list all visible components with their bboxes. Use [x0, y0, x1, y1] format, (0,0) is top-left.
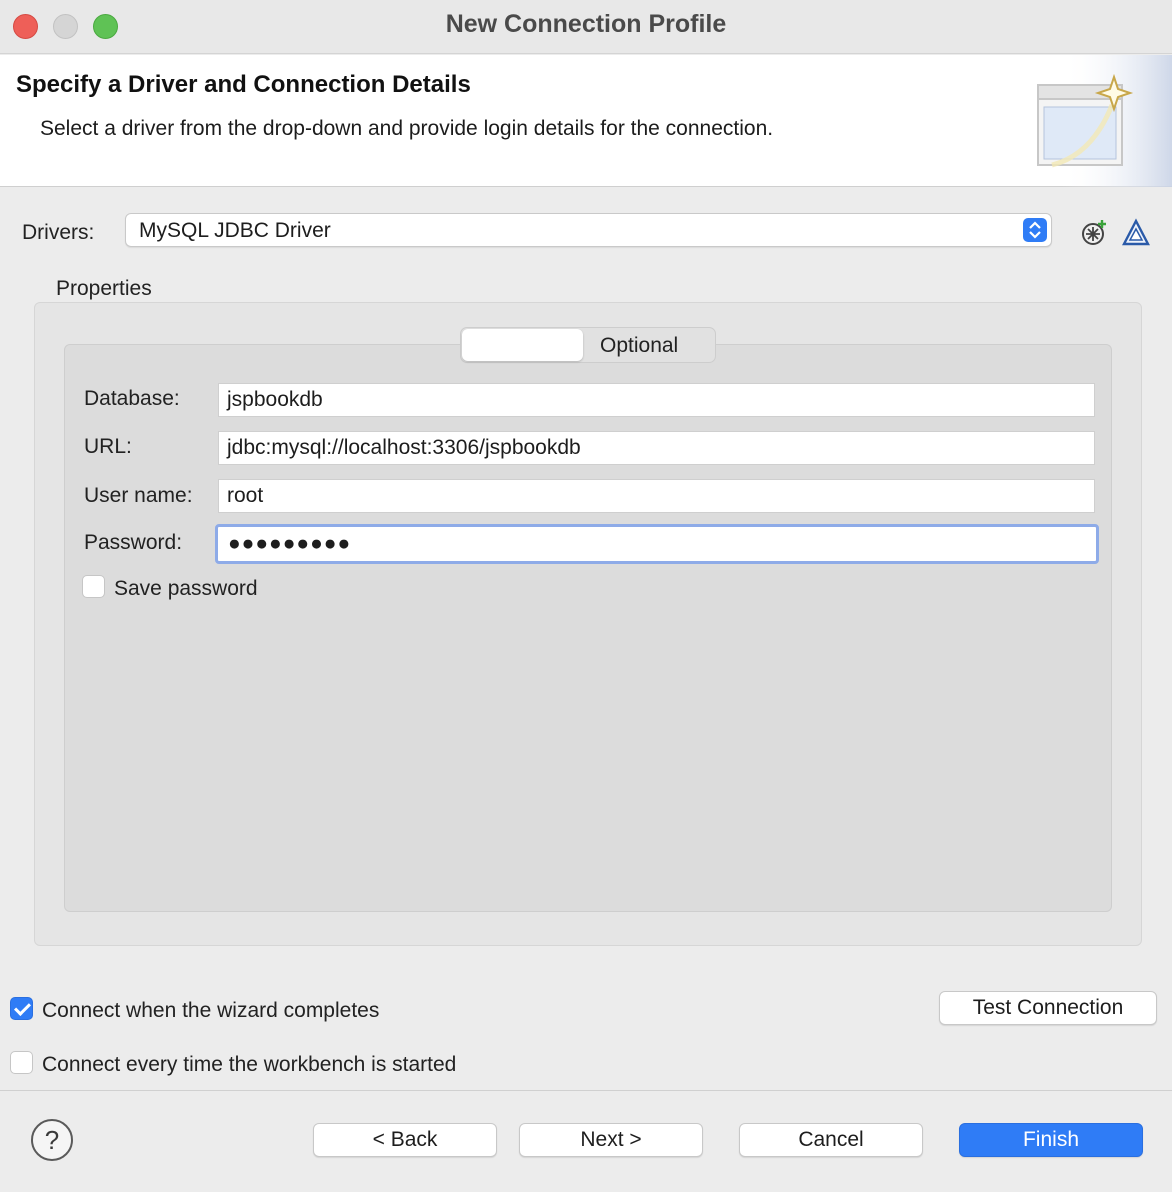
page-description: Select a driver from the drop-down and p… — [40, 117, 774, 140]
title-bar: New Connection Profile — [0, 0, 1172, 54]
database-label: Database: — [84, 387, 180, 410]
save-password-label: Save password — [114, 577, 258, 600]
edit-driver-definition-icon[interactable] — [1121, 217, 1151, 247]
url-label: URL: — [84, 435, 132, 458]
footer-divider — [0, 1090, 1172, 1091]
driver-select[interactable]: MySQL JDBC Driver — [125, 213, 1052, 247]
wizard-header: Specify a Driver and Connection Details … — [0, 55, 1172, 187]
connect-on-startup-label: Connect every time the workbench is star… — [42, 1053, 457, 1076]
window-title: New Connection Profile — [445, 10, 727, 38]
help-icon[interactable]: ? — [31, 1119, 73, 1161]
new-connection-profile-dialog: New Connection Profile Specify a Driver … — [0, 0, 1172, 1192]
page-title: Specify a Driver and Connection Details — [16, 71, 471, 98]
next-button[interactable]: Next > — [519, 1123, 703, 1157]
finish-button[interactable]: Finish — [959, 1123, 1143, 1157]
tab-optional[interactable]: Optional — [600, 334, 678, 358]
wizard-banner-icon — [1022, 55, 1172, 187]
back-button[interactable]: < Back — [313, 1123, 497, 1157]
cancel-button[interactable]: Cancel — [739, 1123, 923, 1157]
save-password-checkbox[interactable] — [82, 575, 105, 598]
connect-on-finish-label: Connect when the wizard completes — [42, 999, 380, 1022]
connect-on-startup-checkbox[interactable] — [10, 1051, 33, 1074]
password-field[interactable]: ●●●●●●●●● — [215, 524, 1099, 564]
drivers-label: Drivers: — [22, 221, 95, 244]
new-driver-definition-icon[interactable] — [1080, 217, 1110, 247]
connect-on-finish-checkbox[interactable] — [10, 997, 33, 1020]
driver-select-value: MySQL JDBC Driver — [139, 219, 331, 242]
properties-tab-panel — [64, 344, 1112, 912]
test-connection-button[interactable]: Test Connection — [939, 991, 1157, 1025]
properties-tabs: Optional — [460, 327, 716, 363]
chevron-up-down-icon — [1023, 218, 1047, 242]
database-field[interactable]: jspbookdb — [218, 383, 1095, 417]
password-label: Password: — [84, 531, 183, 554]
username-label: User name: — [84, 484, 193, 507]
properties-group-label: Properties — [56, 277, 152, 300]
url-field[interactable]: jdbc:mysql://localhost:3306/jspbookdb — [218, 431, 1095, 465]
tab-general[interactable] — [462, 329, 583, 361]
username-field[interactable]: root — [218, 479, 1095, 513]
